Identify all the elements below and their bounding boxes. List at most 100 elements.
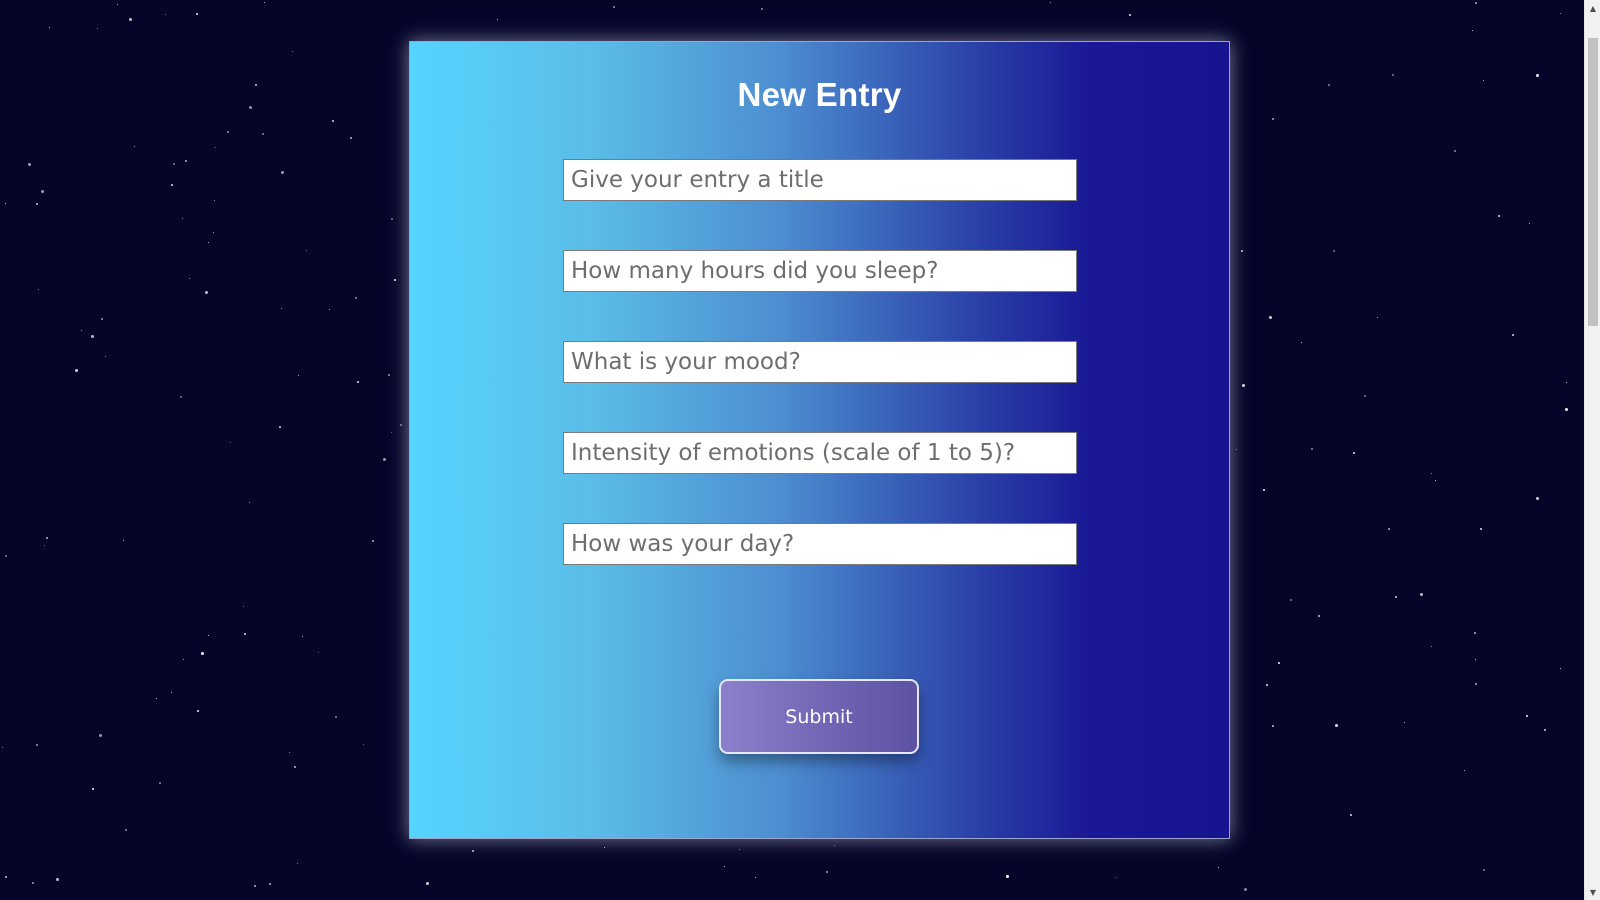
star-dot: [32, 882, 34, 884]
star-dot: [1529, 223, 1530, 224]
star-dot: [44, 545, 45, 546]
star-dot: [1483, 869, 1485, 871]
star-dot: [761, 8, 763, 10]
star-dot: [38, 289, 39, 290]
star-dot: [91, 335, 94, 338]
star-dot: [394, 279, 396, 281]
star-dot: [281, 308, 282, 309]
star-dot: [1278, 662, 1280, 664]
star-dot: [56, 878, 59, 881]
star-dot: [41, 190, 44, 193]
star-dot: [355, 297, 357, 299]
star-dot: [1272, 118, 1274, 120]
star-dot: [180, 396, 182, 398]
star-dot: [613, 6, 615, 8]
star-dot: [159, 782, 161, 784]
star-dot: [1464, 770, 1465, 771]
star-dot: [171, 184, 173, 186]
star-dot: [1006, 875, 1009, 878]
star-dot: [1388, 528, 1390, 530]
star-dot: [2, 747, 3, 748]
star-dot: [230, 442, 231, 443]
star-dot: [1242, 384, 1245, 387]
star-dot: [255, 84, 257, 86]
star-dot: [205, 291, 208, 294]
star-dot: [117, 4, 118, 5]
star-dot: [1472, 30, 1473, 31]
star-dot: [1435, 480, 1436, 481]
vertical-scrollbar[interactable]: ▲ ▼: [1584, 0, 1600, 900]
star-dot: [215, 147, 216, 148]
star-dot: [208, 635, 209, 636]
star-dot: [129, 18, 132, 21]
day-description-input[interactable]: [563, 523, 1077, 565]
star-dot: [1475, 683, 1477, 685]
submit-button[interactable]: Submit: [719, 679, 919, 754]
star-dot: [1269, 316, 1272, 319]
star-dot: [383, 458, 386, 461]
star-dot: [1244, 888, 1247, 891]
star-dot: [254, 885, 256, 887]
star-dot: [99, 734, 102, 737]
star-dot: [134, 146, 135, 147]
star-dot: [36, 744, 38, 746]
star-dot: [306, 250, 307, 251]
star-dot: [1420, 593, 1423, 596]
star-dot: [1236, 449, 1237, 450]
star-dot: [244, 633, 246, 635]
star-dot: [388, 374, 390, 376]
star-dot: [1241, 250, 1243, 252]
star-dot: [1526, 715, 1528, 717]
star-dot: [182, 218, 183, 219]
star-dot: [1392, 74, 1394, 76]
star-dot: [363, 744, 364, 745]
star-dot: [5, 203, 6, 204]
star-dot: [249, 502, 250, 503]
star-dot: [197, 710, 199, 712]
star-dot: [5, 876, 7, 878]
star-dot: [196, 13, 198, 15]
star-dot: [604, 847, 605, 848]
page-title: New Entry: [737, 76, 902, 113]
star-dot: [1404, 722, 1405, 723]
star-dot: [1318, 615, 1320, 617]
star-dot: [1263, 489, 1265, 491]
star-dot: [329, 309, 330, 310]
star-dot: [497, 19, 498, 20]
chevron-down-icon[interactable]: ▼: [1585, 884, 1600, 900]
star-dot: [391, 218, 393, 220]
entry-title-input[interactable]: [563, 159, 1077, 201]
star-dot: [201, 652, 204, 655]
star-dot: [1377, 317, 1378, 318]
star-dot: [1301, 342, 1302, 343]
star-dot: [426, 882, 429, 885]
star-dot: [36, 203, 38, 205]
star-dot: [1560, 668, 1561, 669]
scrollbar-thumb[interactable]: [1588, 38, 1598, 326]
star-dot: [350, 137, 352, 139]
star-dot: [1475, 659, 1476, 660]
star-dot: [173, 163, 175, 165]
emotion-intensity-input[interactable]: [563, 432, 1077, 474]
star-dot: [318, 652, 319, 653]
star-dot: [101, 318, 103, 320]
star-dot: [834, 845, 835, 846]
star-dot: [294, 766, 296, 768]
star-dot: [185, 160, 187, 162]
star-dot: [1474, 632, 1476, 634]
star-dot: [1129, 14, 1131, 16]
mood-input[interactable]: [563, 341, 1077, 383]
star-dot: [208, 242, 209, 243]
star-dot: [123, 540, 124, 541]
star-dot: [1272, 725, 1274, 727]
star-dot: [1350, 814, 1352, 816]
star-dot: [125, 829, 127, 831]
star-dot: [335, 716, 337, 718]
star-dot: [1544, 729, 1546, 731]
star-dot: [183, 659, 184, 660]
star-dot: [297, 863, 298, 864]
chevron-up-icon[interactable]: ▲: [1585, 0, 1600, 16]
star-dot: [1431, 646, 1432, 647]
star-dot: [105, 356, 106, 357]
sleep-hours-input[interactable]: [563, 250, 1077, 292]
